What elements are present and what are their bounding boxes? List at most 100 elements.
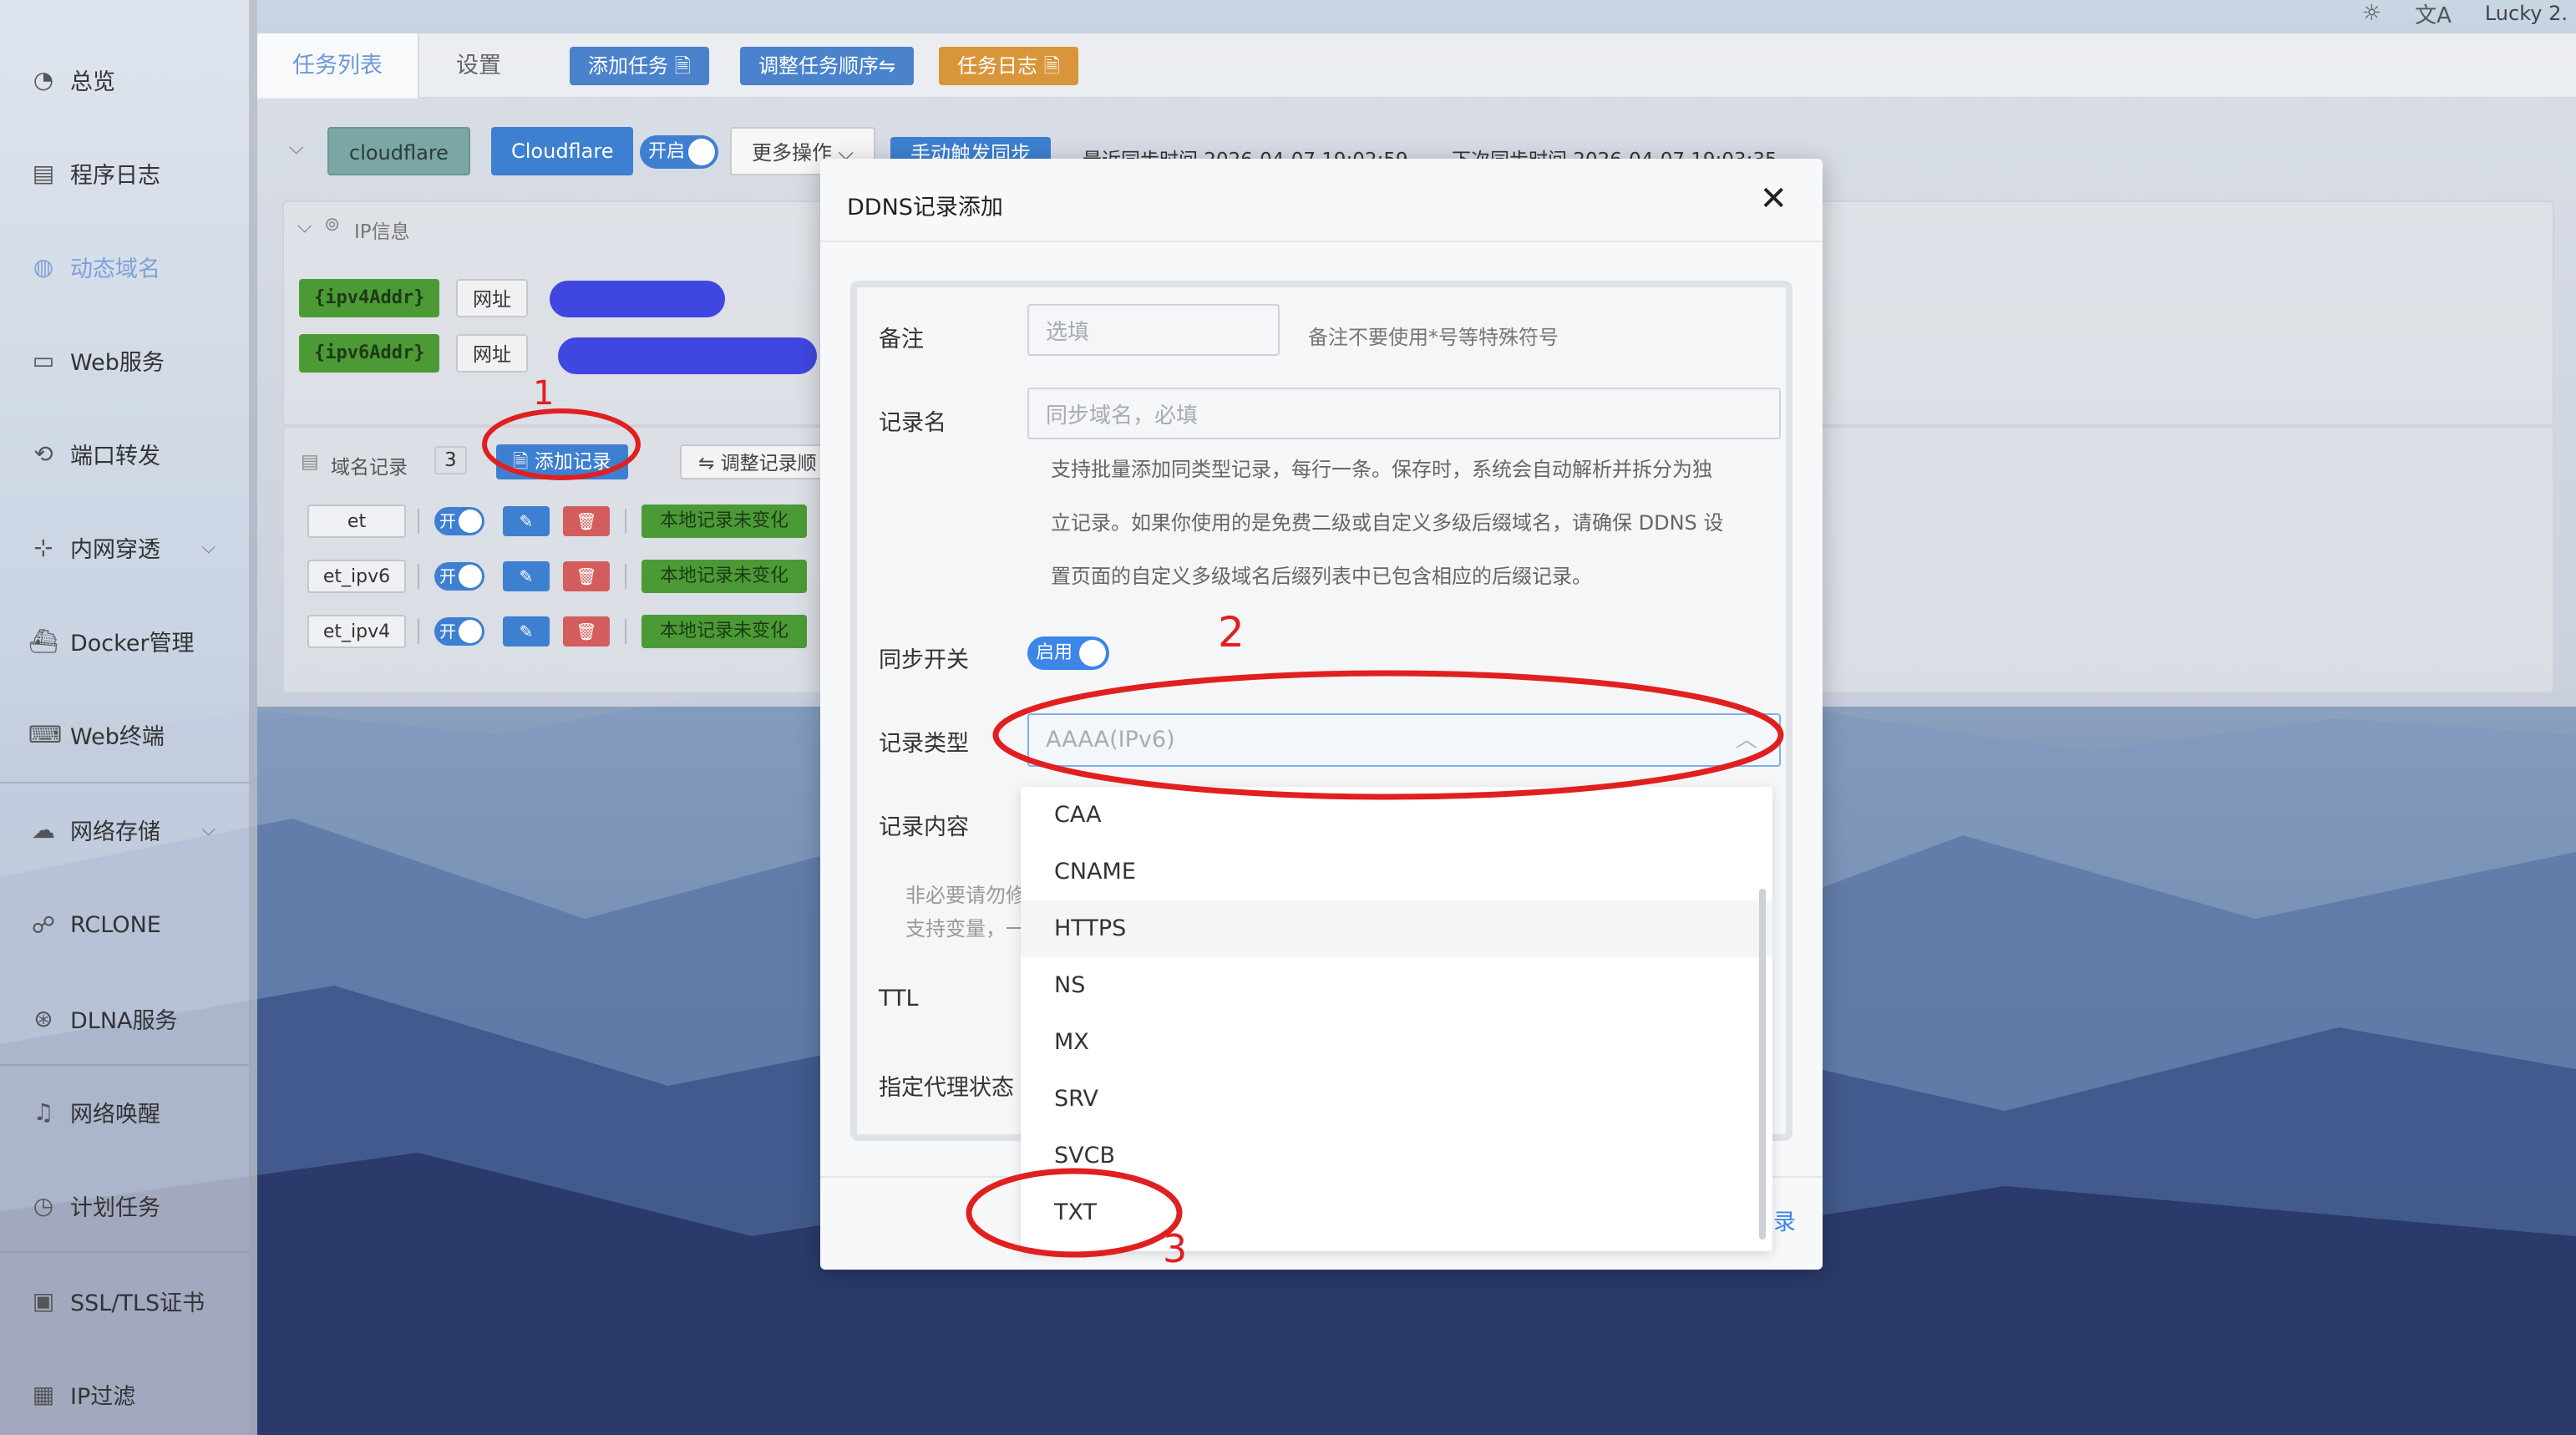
log-icon: ▤ (32, 159, 55, 187)
document-icon: 🗎 (513, 451, 535, 473)
record-type-select[interactable]: AAAA(IPv6) ︿ (1027, 713, 1781, 767)
sidebar-item-port-forward[interactable]: ⟲ 端口转发 (0, 424, 249, 483)
sun-icon[interactable]: ☼ (2362, 1, 2381, 26)
document-icon: ▤ (301, 451, 319, 473)
task-log-button[interactable]: 任务日志 🗎 (939, 47, 1078, 85)
record-name-textarea[interactable]: 同步域名，必填 (1027, 388, 1781, 439)
records-count: 3 (434, 446, 467, 474)
adjust-task-order-button[interactable]: 调整任务顺序⇋ (740, 47, 915, 85)
sidebar-item-label: 网络唤醒 (70, 1101, 160, 1128)
record-name-desc: 支持批量添加同类型记录，每行一条。保存时，系统会自动解析并拆分为独 立记录。如果… (1051, 443, 1786, 603)
record-status: 本地记录未变化 (641, 505, 808, 538)
sidebar-item-label: 端口转发 (70, 443, 160, 469)
record-status: 本地记录未变化 (641, 560, 808, 593)
collapse-chevron-icon[interactable]: ⌵ (289, 137, 303, 159)
switch-label: 启用 (1036, 642, 1073, 663)
tab-settings[interactable]: 设置 (421, 33, 536, 99)
option-srv[interactable]: SRV (1021, 1071, 1772, 1128)
delete-icon[interactable]: 🗑 (563, 616, 610, 647)
sidebar-divider (0, 1251, 249, 1253)
sidebar-item-ssl-certs[interactable]: ▣ SSL/TLS证书 (0, 1271, 249, 1330)
option-svcb[interactable]: SVCB (1021, 1128, 1772, 1184)
sidebar-item-scheduled-tasks[interactable]: ◷ 计划任务 (0, 1176, 249, 1235)
desc-line: 支持批量添加同类型记录，每行一条。保存时，系统会自动解析并拆分为独 (1051, 458, 1712, 481)
cloud-storage-icon: ☁ (32, 815, 55, 844)
task-name-tag: cloudflare (327, 127, 470, 175)
redacted-ipv6-scribble (558, 337, 817, 374)
ip-info-icon: ⊚ (324, 214, 341, 236)
redacted-ipv4-scribble (550, 281, 725, 317)
edit-icon[interactable]: ✎ (503, 616, 550, 647)
edit-icon[interactable]: ✎ (503, 506, 550, 536)
remark-hint: 备注不要使用*号等特殊符号 (1308, 326, 1559, 349)
sidebar-item-wake-on-lan[interactable]: ♫ 网络唤醒 (0, 1083, 249, 1141)
record-toggle[interactable]: 开 (434, 507, 484, 535)
record-status: 本地记录未变化 (641, 615, 808, 648)
add-record-label: 添加记录 (534, 451, 611, 473)
sidebar-item-dlna[interactable]: ⊛ DLNA服务 (0, 989, 249, 1047)
dialog-title: DDNS记录添加 (847, 195, 1003, 221)
divider (625, 509, 626, 534)
sidebar-item-network-storage[interactable]: ☁ 网络存储 ⌵ (0, 800, 249, 859)
remark-input[interactable]: 选填 (1027, 304, 1280, 356)
sidebar-item-rclone[interactable]: ☍ RCLONE (0, 895, 249, 954)
footer-add-link[interactable]: 录 (1773, 1204, 1796, 1236)
proxy-status-label: 指定代理状态 (879, 1075, 1014, 1101)
provider-tag: Cloudflare (491, 127, 634, 175)
port-forward-icon: ⟲ (33, 439, 53, 468)
option-https[interactable]: HTTPS (1021, 900, 1772, 957)
toggle-label: 开 (439, 511, 456, 531)
sidebar-item-label: 动态域名 (70, 256, 160, 282)
option-ns[interactable]: NS (1021, 957, 1772, 1014)
collapse-chevron-icon[interactable]: ⌵ (297, 216, 312, 237)
filter-icon: ▦ (32, 1380, 55, 1408)
sync-switch[interactable]: 启用 (1027, 636, 1109, 670)
sidebar-item-ip-filter[interactable]: ▦ IP过滤 (0, 1365, 249, 1423)
record-name-label: 记录名 (879, 410, 946, 436)
add-task-button[interactable]: 添加任务 🗎 (570, 47, 709, 85)
bell-icon: ♫ (33, 1098, 54, 1126)
adjust-record-order-button[interactable]: ⇋ 调整记录顺 (680, 444, 835, 479)
sidebar: ◔ 总览 ▤ 程序日志 ◍ 动态域名 ▭ Web服务 ⟲ 端口转发 ⊹ 内网穿透… (0, 0, 257, 1435)
record-content-label: 记录内容 (879, 814, 969, 840)
option-txt[interactable]: TXT (1021, 1184, 1772, 1241)
add-record-button[interactable]: 🗎 添加记录 (496, 444, 628, 479)
sidebar-divider (0, 1064, 249, 1066)
dlna-icon: ⊛ (33, 1004, 53, 1032)
divider (418, 564, 419, 589)
record-name: et (307, 505, 406, 538)
delete-icon[interactable]: 🗑 (563, 561, 610, 591)
brand-label: Lucky 2. (2484, 2, 2568, 25)
sidebar-item-label: Web服务 (70, 349, 165, 376)
edit-icon[interactable]: ✎ (503, 561, 550, 591)
sidebar-item-ddns[interactable]: ◍ 动态域名 (0, 237, 249, 296)
record-toggle[interactable]: 开 (434, 617, 484, 646)
divider (418, 509, 419, 534)
ipv4-addr-label: 网址 (456, 279, 528, 317)
sidebar-item-tunnel[interactable]: ⊹ 内网穿透 ⌵ (0, 518, 249, 576)
sidebar-item-web-terminal[interactable]: ⌨ Web终端 (0, 705, 249, 763)
dashboard-icon: ◔ (33, 65, 54, 94)
sidebar-item-label: IP过滤 (70, 1383, 136, 1410)
option-caa[interactable]: CAA (1021, 787, 1772, 844)
sidebar-item-web-service[interactable]: ▭ Web服务 (0, 331, 249, 389)
certificate-icon: ▣ (32, 1286, 55, 1315)
dropdown-scrollbar[interactable] (1759, 889, 1766, 1240)
sidebar-item-program-log[interactable]: ▤ 程序日志 (0, 144, 249, 202)
option-cname[interactable]: CNAME (1021, 844, 1772, 900)
toggle-label: 开启 (648, 141, 686, 162)
delete-icon[interactable]: 🗑 (563, 506, 610, 536)
task-enable-toggle[interactable]: 开启 (640, 135, 718, 169)
sidebar-item-docker[interactable]: ⛴ Docker管理 (0, 611, 249, 670)
adjust-record-label: 调整记录顺 (720, 453, 817, 474)
option-mx[interactable]: MX (1021, 1014, 1772, 1071)
desc-line: 置页面的自定义多级域名后缀列表中已包含相应的后缀记录。 (1051, 565, 1592, 588)
tab-task-list[interactable]: 任务列表 (257, 33, 419, 99)
close-icon[interactable]: ✕ (1759, 180, 1787, 217)
record-toggle[interactable]: 开 (434, 562, 484, 591)
sidebar-item-overview[interactable]: ◔ 总览 (0, 50, 249, 109)
annotation-number-3: 3 (1163, 1226, 1188, 1271)
sidebar-item-label: Docker管理 (70, 630, 195, 657)
sidebar-item-label: SSL/TLS证书 (70, 1290, 205, 1316)
translate-icon[interactable]: 文A (2415, 0, 2452, 29)
